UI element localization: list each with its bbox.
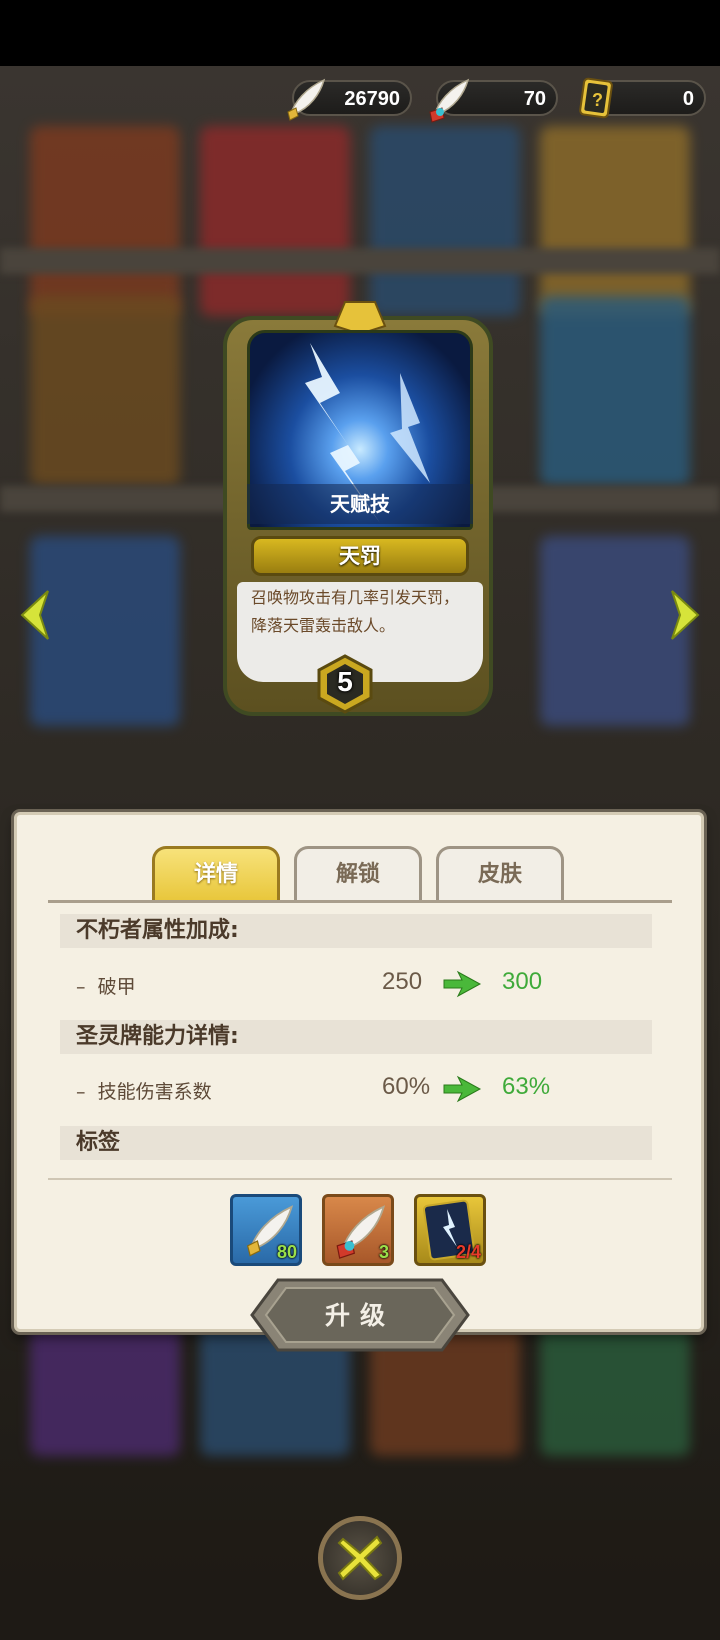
bg-shelf	[0, 248, 720, 274]
next-arrow-icon[interactable]	[666, 585, 706, 645]
close-button[interactable]	[318, 1516, 402, 1600]
tab-divider	[48, 900, 672, 903]
bg-card	[30, 126, 180, 316]
stat-old-value: 60%	[382, 1073, 431, 1100]
close-icon	[337, 1535, 383, 1581]
material-lightning-card[interactable]: 2/4	[414, 1194, 486, 1266]
currency-white-feather: 26790	[287, 78, 412, 121]
stat-row-skill-damage: – 技能伤害系数 60% 63%	[76, 1069, 656, 1109]
section-title-bonus: 不朽者属性加成:	[60, 914, 652, 948]
card-type-label: 天赋技	[247, 484, 473, 524]
stat-new-value: 63%	[502, 1073, 551, 1100]
skill-card: 天赋技 天罚 召唤物攻击有几率引发天罚，降落天雷轰击敌人。 5	[215, 296, 505, 726]
currency-value: 0	[682, 88, 694, 110]
tab-unlock[interactable]: 解锁	[294, 846, 422, 902]
svg-text:?: ?	[592, 90, 603, 110]
game-screen: { "currency": [ {"icon": "white-feather-…	[0, 0, 720, 1640]
section-title-tags: 标签	[60, 1126, 652, 1160]
white-feather-icon	[287, 78, 326, 121]
tab-details[interactable]: 详情	[152, 846, 280, 902]
stat-new-value: 300	[502, 968, 543, 995]
increase-arrow-icon	[443, 1075, 482, 1103]
material-count: 2/4	[455, 1242, 481, 1262]
material-count: 3	[378, 1242, 389, 1262]
bg-card	[30, 296, 180, 486]
currency-value: 70	[523, 88, 546, 110]
card-level-badge: 5	[315, 654, 375, 714]
bg-card	[540, 296, 690, 486]
materials-divider	[48, 1178, 672, 1180]
mystery-card-icon: ?	[579, 77, 613, 119]
upgrade-button[interactable]: 升级	[248, 1276, 472, 1354]
bg-card	[540, 126, 690, 316]
card-name: 天罚	[251, 536, 469, 576]
card-level-value: 5	[337, 666, 353, 697]
stat-label: – 技能伤害系数	[76, 1081, 212, 1103]
previous-arrow-icon[interactable]	[14, 585, 54, 645]
tab-skin[interactable]: 皮肤	[436, 846, 564, 902]
currency-mystery-card: ? 0	[579, 77, 706, 119]
material-white-feather[interactable]: 80	[230, 1194, 302, 1266]
section-title-ability: 圣灵牌能力详情:	[60, 1020, 652, 1054]
stat-row-armor-break: – 破甲 250 300	[76, 964, 656, 1004]
material-count: 80	[276, 1242, 297, 1262]
currency-value: 26790	[344, 88, 400, 110]
stat-old-value: 250	[382, 968, 423, 995]
status-bar	[0, 0, 720, 66]
increase-arrow-icon	[443, 970, 482, 998]
ribbon-feather-icon	[429, 78, 470, 123]
currency-ribbon-feather: 70	[429, 78, 558, 123]
material-ribbon-feather[interactable]: 3	[322, 1194, 394, 1266]
bg-card	[200, 126, 350, 316]
stat-label: – 破甲	[76, 976, 136, 998]
bg-card	[370, 126, 520, 316]
upgrade-label: 升级	[324, 1301, 395, 1330]
